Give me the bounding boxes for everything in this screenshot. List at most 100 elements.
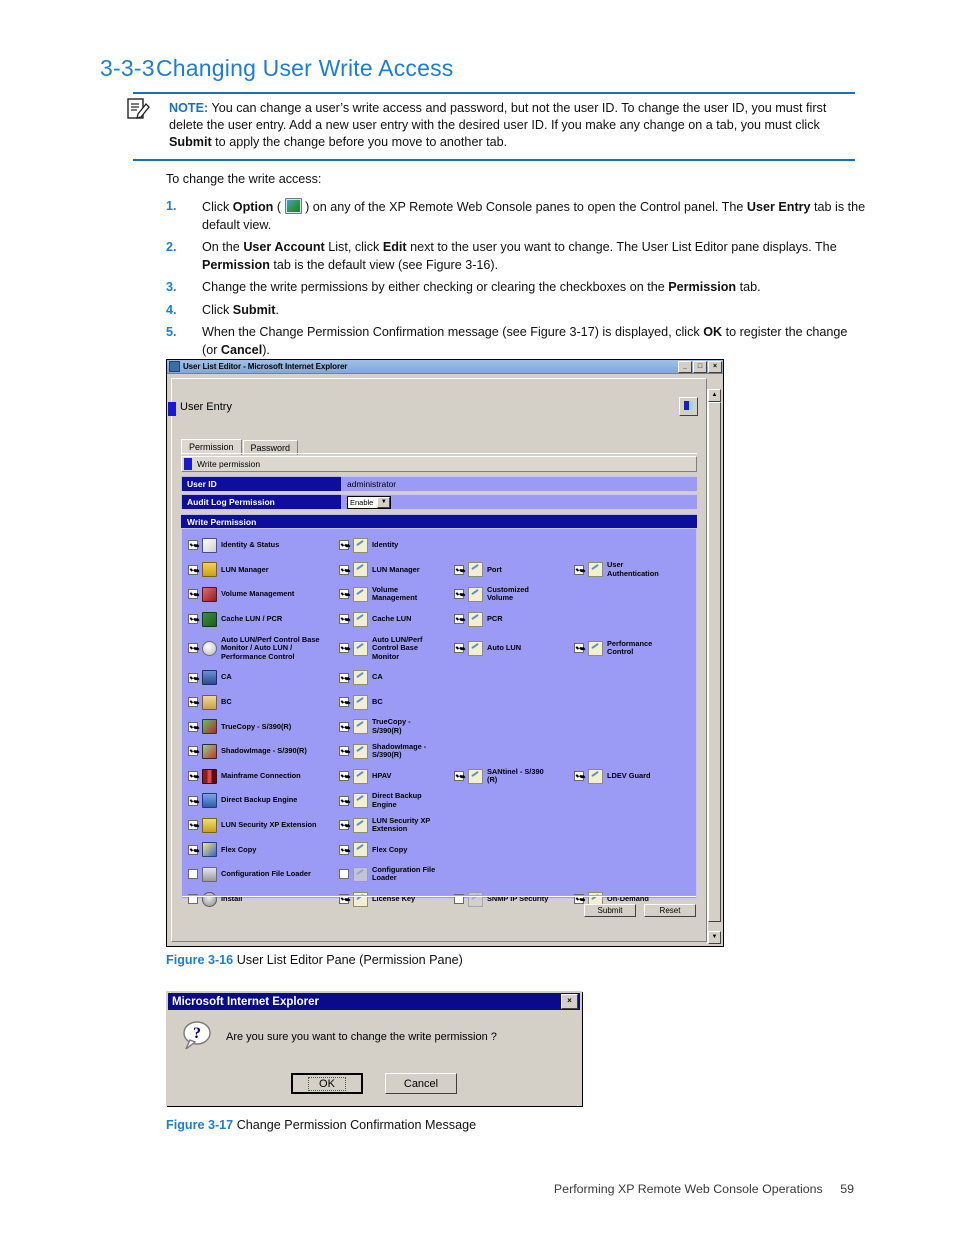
checkbox[interactable] [188, 564, 198, 575]
permission-checkbox-3-3[interactable]: Customized Volume [454, 582, 529, 607]
checkbox[interactable] [574, 564, 584, 575]
permission-checkbox-15-3[interactable]: SNMP IP Security [454, 887, 548, 912]
checkbox[interactable] [188, 771, 198, 782]
checkbox[interactable] [339, 564, 349, 575]
checkbox[interactable] [188, 844, 198, 855]
checkbox[interactable] [188, 721, 198, 732]
permission-checkbox-1-2[interactable]: Identity [339, 533, 398, 558]
permission-checkbox-10-4[interactable]: LDEV Guard [574, 764, 651, 789]
permission-checkbox-4-1[interactable]: Cache LUN / PCR [188, 607, 282, 632]
pencil-icon [588, 768, 603, 784]
permission-checkbox-10-3[interactable]: SANtinel - S/390 (R) [454, 764, 544, 789]
checkbox[interactable] [188, 589, 198, 600]
chevron-down-icon[interactable]: ▼ [377, 496, 391, 508]
permission-checkbox-6-1[interactable]: CA [188, 665, 232, 690]
minimize-button[interactable]: _ [678, 360, 692, 373]
checkbox[interactable] [188, 614, 198, 625]
permission-checkbox-3-1[interactable]: Volume Management [188, 582, 294, 607]
permission-checkbox-9-2[interactable]: ShadowImage - S/390(R) [339, 739, 426, 764]
permission-checkbox-1-1[interactable]: Identity & Status [188, 533, 279, 558]
checkbox[interactable] [339, 614, 349, 625]
checkbox[interactable] [454, 643, 464, 654]
checkbox[interactable] [188, 746, 198, 757]
checkbox[interactable] [339, 540, 349, 551]
permission-checkbox-3-2[interactable]: Volume Management [339, 582, 417, 607]
checkbox[interactable] [339, 643, 349, 654]
checkbox[interactable] [574, 643, 584, 654]
permission-checkbox-2-1[interactable]: LUN Manager [188, 558, 269, 583]
checkbox[interactable] [339, 844, 349, 855]
permission-checkbox-14-1[interactable]: Configuration File Loader [188, 862, 311, 887]
checkbox[interactable] [339, 697, 349, 708]
checkbox[interactable] [339, 771, 349, 782]
permission-checkbox-11-1[interactable]: Direct Backup Engine [188, 788, 297, 813]
submit-button[interactable]: Submit [584, 904, 636, 917]
checkbox[interactable] [454, 589, 464, 600]
permission-checkbox-8-2[interactable]: TrueCopy - S/390(R) [339, 715, 411, 740]
checkbox[interactable] [339, 672, 349, 683]
checkbox[interactable] [188, 643, 198, 654]
checkbox[interactable] [188, 540, 198, 551]
pencil-icon [588, 640, 603, 656]
permission-checkbox-6-2[interactable]: CA [339, 665, 383, 690]
checkbox[interactable] [188, 820, 198, 831]
cancel-button[interactable]: Cancel [385, 1073, 457, 1094]
exit-icon-button[interactable] [679, 397, 698, 416]
feature-icon [202, 719, 217, 735]
scroll-up-arrow[interactable]: ▲ [708, 389, 721, 402]
step-number: 1. [166, 199, 177, 213]
permission-label: LUN Security XP Extension [221, 820, 317, 829]
scroll-down-arrow[interactable]: ▼ [708, 931, 721, 944]
permission-checkbox-13-1[interactable]: Flex Copy [188, 838, 256, 863]
checkbox[interactable] [339, 820, 349, 831]
permission-checkbox-8-1[interactable]: TrueCopy - S/390(R) [188, 715, 291, 740]
permission-checkbox-2-3[interactable]: Port [454, 558, 502, 583]
vertical-scrollbar[interactable]: ▲ ▼ [707, 389, 721, 944]
checkbox[interactable] [188, 869, 198, 880]
close-button[interactable]: × [708, 360, 722, 373]
permission-checkbox-12-2[interactable]: LUN Security XP Extension [339, 813, 430, 838]
checkbox[interactable] [188, 672, 198, 683]
permission-checkbox-15-1[interactable]: Install [188, 887, 242, 912]
permission-label: Volume Management [372, 584, 418, 603]
permission-label: Auto LUN/Perf Control Base Monitor [372, 634, 423, 661]
checkbox[interactable] [188, 697, 198, 708]
permission-checkbox-13-2[interactable]: Flex Copy [339, 838, 407, 863]
permission-checkbox-10-2[interactable]: HPAV [339, 764, 391, 789]
permission-checkbox-9-1[interactable]: ShadowImage - S/390(R) [188, 739, 307, 764]
checkbox[interactable] [454, 564, 464, 575]
checkbox[interactable] [574, 771, 584, 782]
permission-checkbox-2-2[interactable]: LUN Manager [339, 558, 420, 583]
checkbox[interactable] [339, 795, 349, 806]
permission-checkbox-10-1[interactable]: Mainframe Connection [188, 764, 301, 789]
checkbox[interactable] [454, 771, 464, 782]
maximize-button[interactable]: □ [693, 360, 707, 373]
permission-checkbox-2-4[interactable]: User Authentication [574, 558, 659, 583]
steps-list: 1. Click Option ( ) on any of the XP Remo… [166, 198, 866, 364]
checkbox[interactable] [188, 795, 198, 806]
permission-checkbox-4-3[interactable]: PCR [454, 607, 503, 632]
permission-checkbox-7-2[interactable]: BC [339, 690, 383, 715]
dialog-close-icon[interactable]: × [561, 994, 578, 1009]
permission-checkbox-7-1[interactable]: BC [188, 690, 232, 715]
checkbox[interactable] [454, 614, 464, 625]
permission-checkbox-11-2[interactable]: Direct Backup Engine [339, 788, 422, 813]
checkbox[interactable] [339, 746, 349, 757]
figure-17-label: Figure 3-17 [166, 1118, 234, 1132]
permission-checkbox-5-4[interactable]: Performance Control [574, 631, 652, 665]
checkbox[interactable] [339, 589, 349, 600]
audit-log-permission-select[interactable]: Enable ▼ [347, 495, 392, 509]
permission-checkbox-5-3[interactable]: Auto LUN [454, 631, 521, 665]
permission-checkbox-5-2[interactable]: Auto LUN/Perf Control Base Monitor [339, 631, 423, 665]
permission-label: Auto LUN/Perf Control Base Monitor / Aut… [221, 634, 320, 661]
permission-checkbox-5-1[interactable]: Auto LUN/Perf Control Base Monitor / Aut… [188, 631, 320, 665]
scrollbar-thumb[interactable] [708, 402, 721, 922]
permission-checkbox-4-2[interactable]: Cache LUN [339, 607, 411, 632]
reset-button[interactable]: Reset [644, 904, 696, 917]
permission-checkbox-15-2[interactable]: License Key [339, 887, 415, 912]
permission-checkbox-12-1[interactable]: LUN Security XP Extension [188, 813, 317, 838]
checkbox[interactable] [339, 869, 349, 880]
permission-checkbox-14-2[interactable]: Configuration File Loader [339, 862, 435, 887]
checkbox[interactable] [339, 721, 349, 732]
ok-button[interactable]: OK [291, 1073, 363, 1094]
